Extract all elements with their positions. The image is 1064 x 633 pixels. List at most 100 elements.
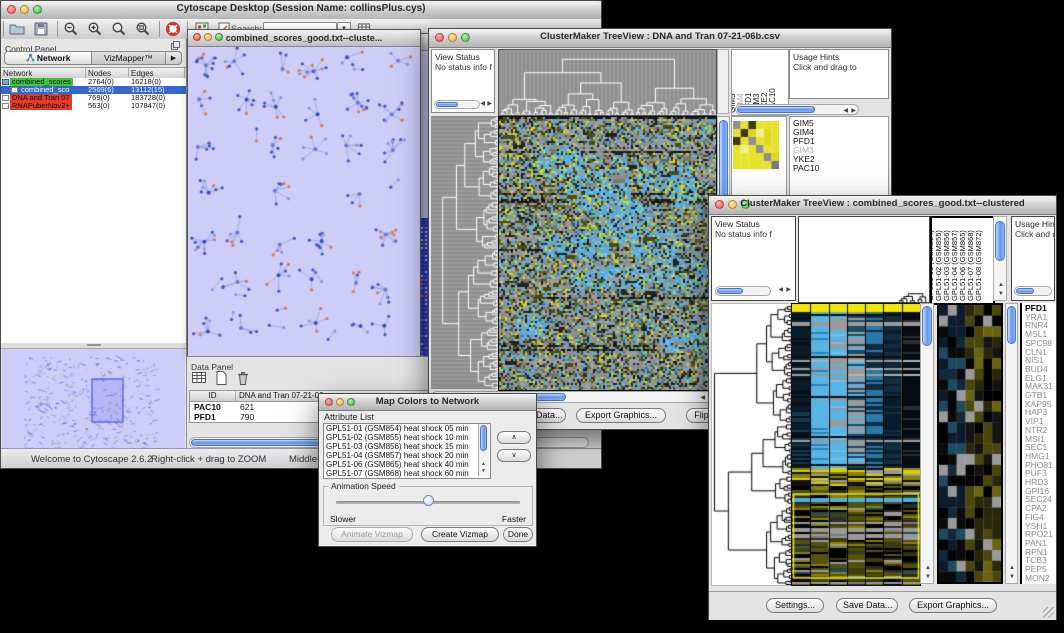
view-status-scrollbar[interactable] <box>715 286 771 296</box>
scroll-down-arrow[interactable]: ▼ <box>481 469 486 474</box>
faster-label: Faster <box>502 514 526 524</box>
column-dendrogram-canvas[interactable] <box>798 216 930 303</box>
row-dendrogram-canvas[interactable] <box>711 303 793 586</box>
help-lifering-icon[interactable] <box>165 21 181 37</box>
network-table-row[interactable]: DNA and Tran 07 769(0) 183728(0) <box>1 94 186 102</box>
scroll-left-arrow[interactable]: ◀ <box>700 395 705 401</box>
detail-vscrollbar[interactable]: ▲ ▼ <box>1005 303 1018 584</box>
attribute-item[interactable]: GPL51-06 (GSM865) heat shock 40 min <box>324 460 490 469</box>
usage-hints-scrollbar[interactable] <box>1014 286 1052 296</box>
heatmap-canvas[interactable] <box>791 303 921 586</box>
scroll-thumb[interactable] <box>995 221 1005 261</box>
row-dendrogram-canvas[interactable] <box>431 116 498 389</box>
network-name: RNAPuberNov2+ <box>10 102 72 110</box>
scroll-left-arrow[interactable]: ◀ <box>778 287 783 293</box>
correlation-matrix-canvas[interactable] <box>733 121 779 169</box>
network-edges: 183728(0) <box>129 94 185 102</box>
map-colors-dialog: Map Colors to Network Attribute List GPL… <box>318 393 537 547</box>
attribute-item[interactable]: GPL51-04 (GSM857) heat shock 20 min <box>324 451 490 460</box>
move-down-button[interactable]: ∨ <box>497 449 531 462</box>
treeview-combined-titlebar[interactable]: ClusterMaker TreeView : combined_scores_… <box>709 196 1056 215</box>
treeview-dna-titlebar[interactable]: ClusterMaker TreeView : DNA and Tran 07-… <box>429 29 891 48</box>
gene-label[interactable]: MON2 <box>1022 574 1056 583</box>
tab-overflow-button[interactable]: ▶ <box>166 51 182 65</box>
usage-hints-message: Click and drag to <box>1012 229 1054 239</box>
scroll-up-arrow[interactable]: ▲ <box>925 565 931 571</box>
settings-button[interactable]: Settings... <box>766 598 824 613</box>
network-name: combined_scores <box>10 78 73 86</box>
birdseye-view-canvas[interactable] <box>2 349 185 449</box>
gene-list-panel: PFD1YRA1RNR4MSL1SPC98CLN1NIS1BUD4ELG1MAK… <box>1020 303 1056 584</box>
delete-attribute-icon[interactable] <box>235 370 251 386</box>
dialog-titlebar[interactable]: Map Colors to Network <box>319 394 536 411</box>
attribute-item[interactable]: GPL51-02 (GSM855) heat shock 10 min <box>324 433 490 442</box>
tab-network[interactable]: Network <box>4 51 92 65</box>
scroll-left-arrow[interactable]: ◀ <box>480 101 485 107</box>
float-panel-icon[interactable] <box>171 41 180 50</box>
save-icon[interactable] <box>33 21 49 37</box>
settings-label: Settings... <box>775 600 815 610</box>
animate-vizmap-button[interactable]: Animate Vizmap <box>331 527 413 542</box>
scroll-up-arrow[interactable]: ▲ <box>1009 565 1015 571</box>
create-vizmap-button[interactable]: Create Vizmap <box>421 527 499 542</box>
save-data-button[interactable]: Save Data... <box>836 598 898 613</box>
labels-vscrollbar[interactable]: ▲ ▼ <box>993 216 1007 301</box>
animation-speed-group: Animation Speed Slower Faster <box>323 486 533 526</box>
speed-slider-thumb[interactable] <box>423 495 434 506</box>
heatmap-vscrollbar[interactable]: ▲ ▼ <box>920 303 934 584</box>
scroll-down-arrow[interactable]: ▼ <box>1009 574 1015 580</box>
attribute-item[interactable]: GPL51-01 (GSM854) heat shock 05 min <box>324 424 490 433</box>
scroll-thumb[interactable] <box>1007 306 1016 344</box>
listbox-vscrollbar[interactable]: ▲ ▼ <box>478 424 489 476</box>
network-table-row[interactable]: combined_scores 2764(0) 16218(0) <box>1 78 186 86</box>
detail-heatmap-canvas[interactable] <box>937 303 1003 584</box>
scroll-thumb[interactable] <box>480 425 487 451</box>
scroll-right-arrow[interactable]: ▶ <box>786 287 791 293</box>
scroll-right-arrow[interactable]: ▶ <box>851 108 856 114</box>
attribute-table-icon[interactable] <box>191 370 207 386</box>
create-vizmap-label: Create Vizmap <box>432 529 488 539</box>
open-file-icon[interactable] <box>9 21 25 37</box>
export-graphics-button[interactable]: Export Graphics... <box>909 598 997 613</box>
mini-scroll-strip[interactable] <box>717 49 729 114</box>
new-attribute-icon[interactable] <box>213 370 229 386</box>
network-canvas[interactable] <box>188 47 420 356</box>
scroll-up-arrow[interactable]: ▲ <box>481 462 486 467</box>
scroll-up-arrow[interactable]: ▲ <box>998 282 1004 288</box>
network-name: DNA and Tran 07 <box>10 94 72 102</box>
scroll-thumb[interactable] <box>922 306 932 346</box>
scroll-left-arrow[interactable]: ◀ <box>843 108 848 114</box>
resize-grip[interactable] <box>1043 607 1054 618</box>
scroll-down-arrow[interactable]: ▼ <box>925 574 931 580</box>
network-view-titlebar[interactable]: combined_scores_good.txt--cluste... <box>188 30 420 47</box>
scroll-down-arrow[interactable]: ▼ <box>998 291 1004 297</box>
column-label[interactable]: GPL51-08 (GSM872) <box>974 230 983 301</box>
scroll-right-arrow[interactable]: ▶ <box>487 101 492 107</box>
attribute-item[interactable]: GPL51-07 (GSM868) heat shock 60 min <box>324 469 490 478</box>
heatmap-canvas[interactable] <box>498 116 717 391</box>
tab-vizmapper[interactable]: VizMapper™ <box>92 51 166 65</box>
main-window-title: Cytoscape Desktop (Session Name: collins… <box>1 3 601 14</box>
done-button[interactable]: Done <box>503 527 533 542</box>
main-titlebar[interactable]: Cytoscape Desktop (Session Name: collins… <box>1 1 601 20</box>
export-graphics-label: Export Graphics... <box>917 600 989 610</box>
id-column-header[interactable]: ID <box>190 391 236 401</box>
gene-label[interactable]: PAC10 <box>790 164 888 173</box>
column-dendrogram-canvas[interactable] <box>498 49 717 116</box>
labels-hscrollbar[interactable]: ◀ ▶ <box>735 104 859 115</box>
scroll-thumb[interactable] <box>717 288 743 294</box>
zoom-out-icon[interactable] <box>63 21 79 37</box>
zoom-in-icon[interactable] <box>87 21 103 37</box>
scroll-thumb[interactable] <box>436 102 458 107</box>
attribute-item[interactable]: GPL51-03 (GSM856) heat shock 15 min <box>324 442 490 451</box>
view-status-scrollbar[interactable] <box>434 100 480 109</box>
move-up-button[interactable]: ∧ <box>497 431 531 444</box>
export-graphics-button[interactable]: Export Graphics... <box>576 408 666 423</box>
scroll-thumb[interactable] <box>1016 288 1034 294</box>
network-table-row[interactable]: RNAPuberNov2+ 563(0) 107847(0) <box>1 102 186 110</box>
zoom-selected-icon[interactable] <box>135 21 151 37</box>
network-table-row[interactable]: combined_sco 2569(6) 13112(15) <box>1 86 186 94</box>
scroll-thumb[interactable] <box>737 106 815 113</box>
view-status-panel: View Status No status info f ◀ ▶ <box>711 216 796 301</box>
zoom-fit-icon[interactable] <box>111 21 127 37</box>
